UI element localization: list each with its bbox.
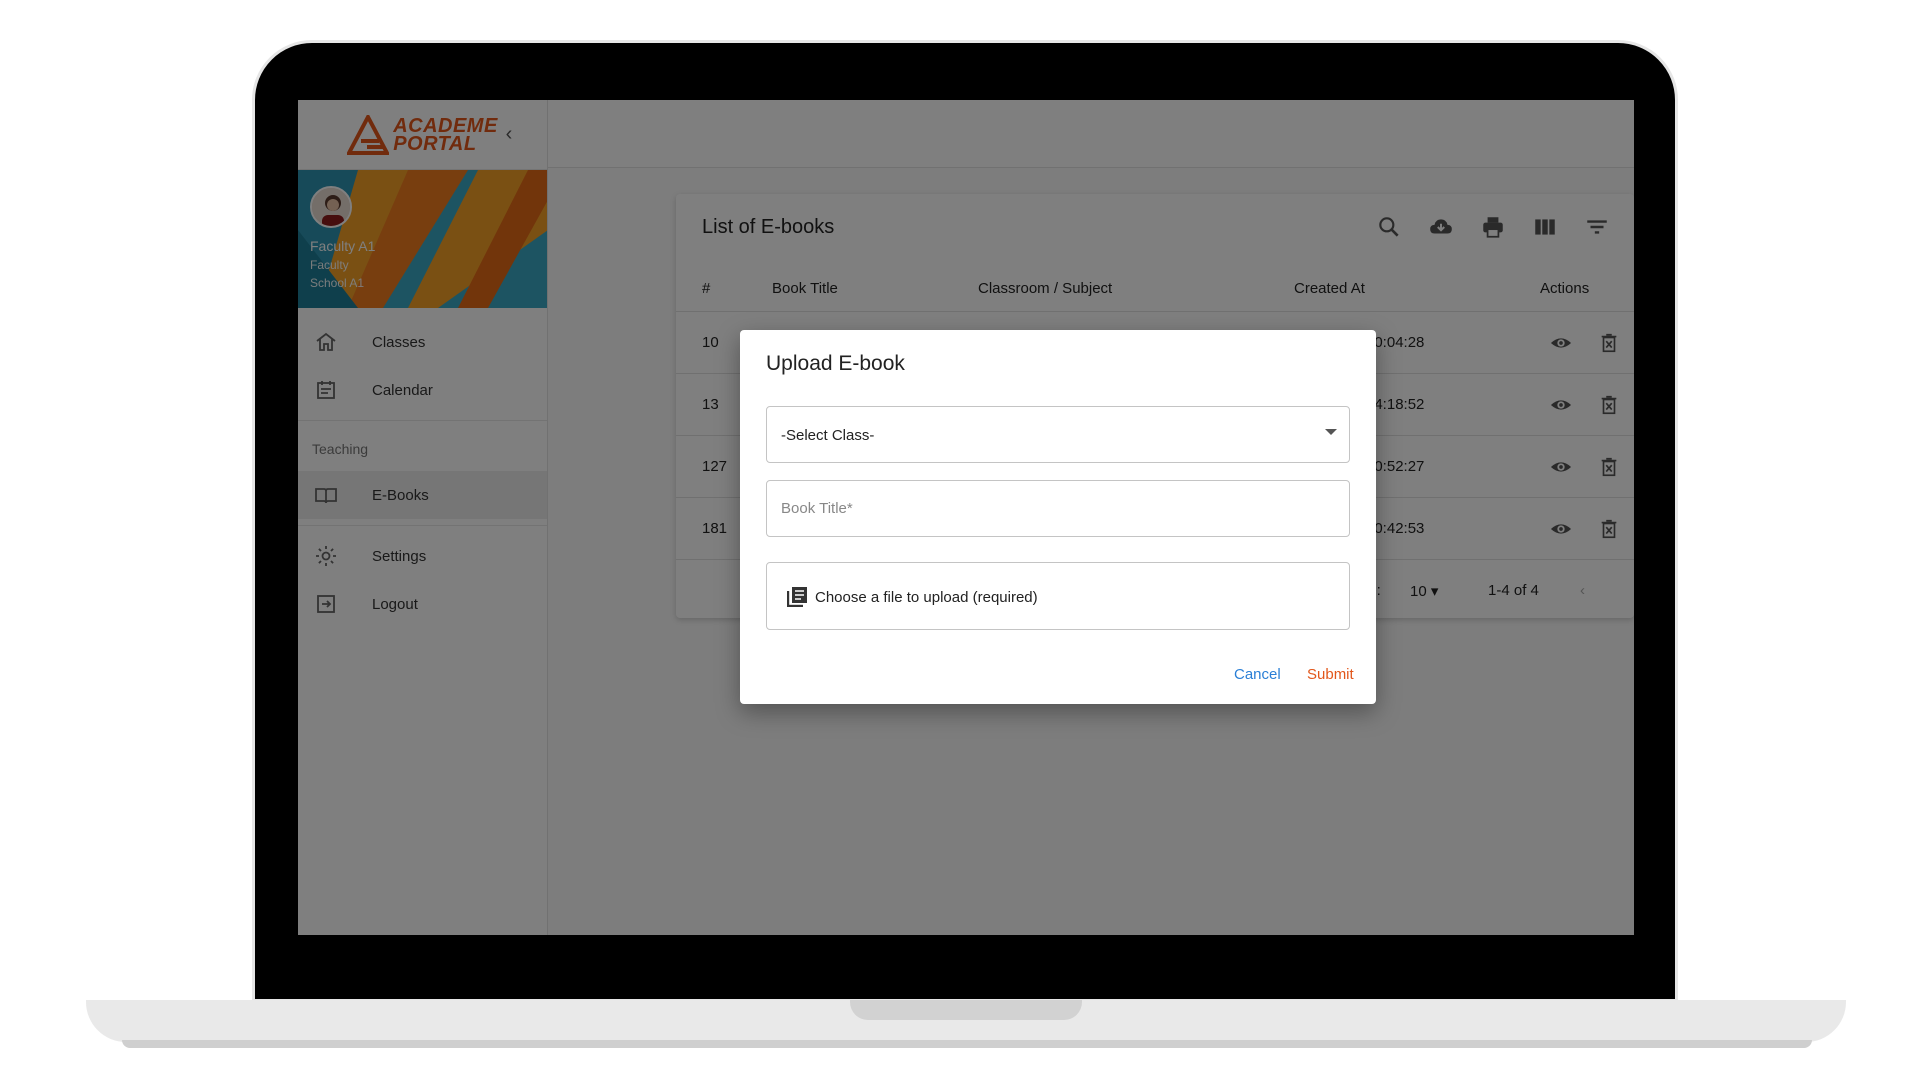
class-select[interactable]: -Select Class- — [766, 406, 1350, 463]
class-select-value: -Select Class- — [781, 427, 875, 444]
file-upload-label: Choose a file to upload (required) — [815, 589, 1038, 606]
book-title-field[interactable] — [766, 480, 1350, 537]
laptop-base-shadow — [122, 1040, 1812, 1048]
screen: ACADEME PORTAL ‹ — [298, 100, 1634, 935]
library-books-icon — [787, 587, 807, 607]
dialog-title: Upload E-book — [766, 352, 905, 375]
upload-ebook-dialog: Upload E-book -Select Class- Choose a fi… — [740, 330, 1376, 704]
cancel-button[interactable]: Cancel — [1234, 666, 1281, 683]
laptop-notch — [850, 1000, 1082, 1020]
chevron-down-icon — [1325, 429, 1337, 435]
file-upload-button[interactable]: Choose a file to upload (required) — [766, 562, 1350, 630]
book-title-input[interactable] — [767, 481, 1349, 536]
submit-button[interactable]: Submit — [1307, 666, 1354, 683]
